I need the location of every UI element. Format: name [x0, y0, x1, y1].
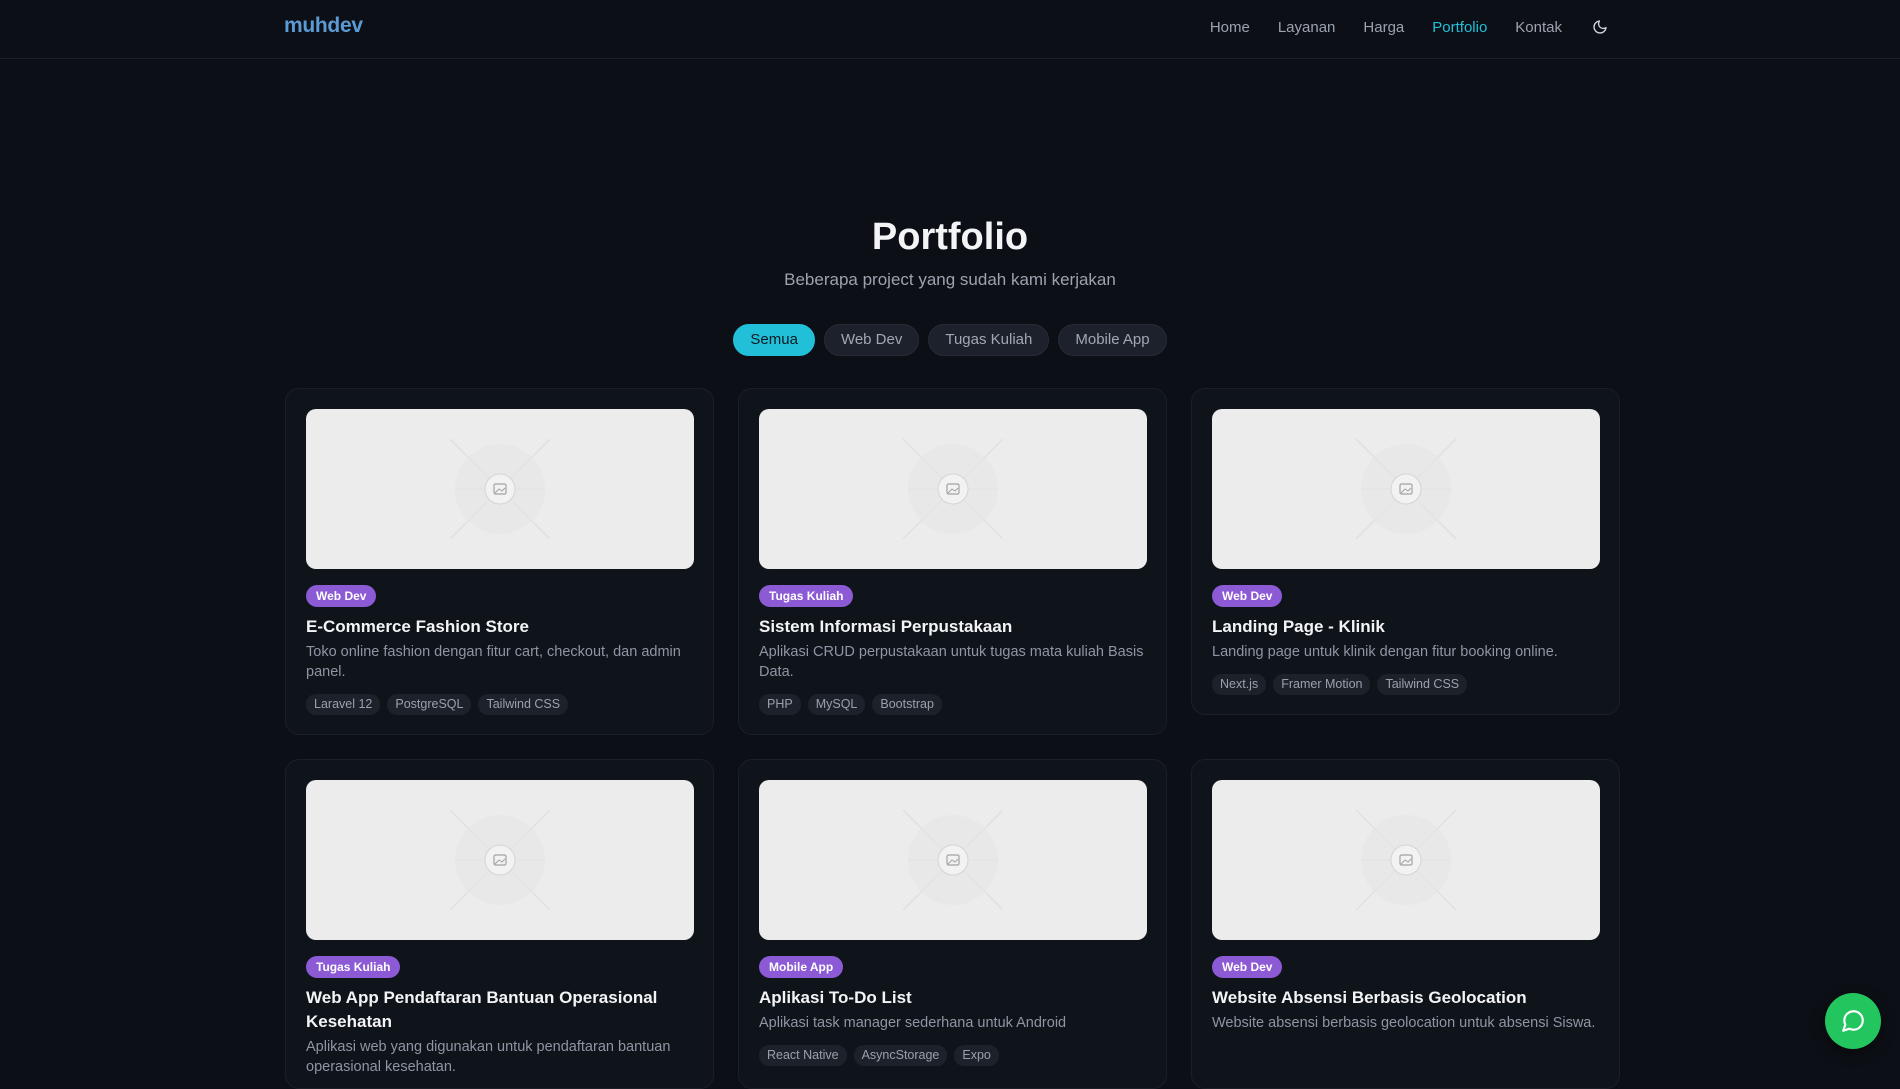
project-title: Web App Pendaftaran Bantuan Operasional …: [306, 988, 658, 1031]
category-badge: Web Dev: [1212, 585, 1283, 607]
project-card[interactable]: Web Dev E-Commerce Fashion Store Toko on…: [285, 388, 714, 735]
project-title: E-Commerce Fashion Store: [306, 617, 529, 636]
tech-tag: PHP: [759, 694, 801, 715]
project-title: Sistem Informasi Perpustakaan: [759, 617, 1013, 636]
image-placeholder-icon: [449, 809, 551, 911]
project-title: Website Absensi Berbasis Geolocation: [1212, 988, 1527, 1007]
project-description: Toko online fashion dengan fitur cart, c…: [306, 644, 681, 680]
project-thumbnail: [306, 780, 694, 940]
tech-tag: Next.js: [1212, 674, 1267, 695]
project-card[interactable]: Tugas Kuliah Sistem Informasi Perpustaka…: [738, 388, 1167, 735]
theme-toggle-button[interactable]: [1590, 17, 1610, 37]
brand-logo[interactable]: muhdev: [284, 14, 363, 38]
filter-tugas-kuliah[interactable]: Tugas Kuliah: [928, 324, 1050, 356]
image-placeholder-icon: [1355, 438, 1457, 540]
project-thumbnail: [1212, 409, 1600, 569]
nav-item-kontak[interactable]: Kontak: [1515, 19, 1562, 36]
project-thumbnail: [759, 409, 1147, 569]
filter-mobile-app[interactable]: Mobile App: [1058, 324, 1167, 356]
tech-tags: Laravel 12 PostgreSQL Tailwind CSS: [306, 694, 569, 715]
project-card[interactable]: Web Dev Landing Page - Klinik Landing pa…: [1191, 388, 1620, 715]
chat-button[interactable]: [1825, 993, 1881, 1049]
tech-tag: Tailwind CSS: [1377, 674, 1468, 695]
navbar: muhdev Home Layanan Harga Portfolio Kont…: [0, 0, 1900, 59]
category-badge: Web Dev: [306, 585, 377, 607]
image-placeholder-icon: [1355, 809, 1457, 911]
chat-bubble-icon: [1842, 1010, 1864, 1032]
image-placeholder-icon: [449, 438, 551, 540]
tech-tags: PHP MySQL Bootstrap: [759, 694, 942, 715]
project-thumbnail: [759, 780, 1147, 940]
category-badge: Mobile App: [759, 956, 844, 978]
tech-tag: React Native: [759, 1045, 847, 1066]
project-title: Landing Page - Klinik: [1212, 617, 1385, 636]
tech-tag: AsyncStorage: [853, 1045, 948, 1066]
project-card[interactable]: Mobile App Aplikasi To-Do List Aplikasi …: [738, 759, 1167, 1089]
project-description: Website absensi berbasis geolocation unt…: [1212, 1015, 1596, 1031]
nav-item-layanan[interactable]: Layanan: [1278, 19, 1336, 36]
tech-tag: Bootstrap: [872, 694, 942, 715]
image-placeholder-icon: [902, 809, 1004, 911]
tech-tag: Laravel 12: [306, 694, 381, 715]
tech-tag: MySQL: [807, 694, 866, 715]
project-description: Aplikasi CRUD perpustakaan untuk tugas m…: [759, 644, 1144, 680]
nav-item-harga[interactable]: Harga: [1363, 19, 1404, 36]
project-card[interactable]: Tugas Kuliah Web App Pendaftaran Bantuan…: [285, 759, 714, 1089]
project-description: Aplikasi web yang digunakan untuk pendaf…: [306, 1039, 671, 1075]
page-title: Portfolio: [871, 216, 1029, 258]
project-description: Aplikasi task manager sederhana untuk An…: [759, 1015, 1067, 1031]
filter-web-dev[interactable]: Web Dev: [823, 324, 920, 356]
category-badge: Tugas Kuliah: [759, 585, 854, 607]
image-placeholder-icon: [902, 438, 1004, 540]
project-thumbnail: [306, 409, 694, 569]
page-subtitle: Beberapa project yang sudah kami kerjaka…: [784, 270, 1116, 289]
project-card[interactable]: Web Dev Website Absensi Berbasis Geoloca…: [1191, 759, 1620, 1089]
moon-icon: [1593, 20, 1607, 34]
nav-links: Home Layanan Harga Portfolio Kontak: [1210, 0, 1610, 54]
category-filters: Semua Web Dev Tugas Kuliah Mobile App: [0, 324, 1900, 356]
tech-tag: Tailwind CSS: [478, 694, 569, 715]
project-title: Aplikasi To-Do List: [759, 988, 912, 1007]
tech-tag: Expo: [954, 1045, 999, 1066]
tech-tag: PostgreSQL: [387, 694, 472, 715]
filter-semua[interactable]: Semua: [733, 324, 815, 356]
nav-item-home[interactable]: Home: [1210, 19, 1250, 36]
project-description: Landing page untuk klinik dengan fitur b…: [1212, 644, 1558, 660]
category-badge: Web Dev: [1212, 956, 1283, 978]
nav-item-portfolio[interactable]: Portfolio: [1432, 19, 1487, 36]
tech-tag: Framer Motion: [1273, 674, 1371, 695]
tech-tags: Next.js Framer Motion Tailwind CSS: [1212, 674, 1468, 695]
project-thumbnail: [1212, 780, 1600, 940]
category-badge: Tugas Kuliah: [306, 956, 401, 978]
tech-tags: React Native AsyncStorage Expo: [759, 1045, 999, 1066]
